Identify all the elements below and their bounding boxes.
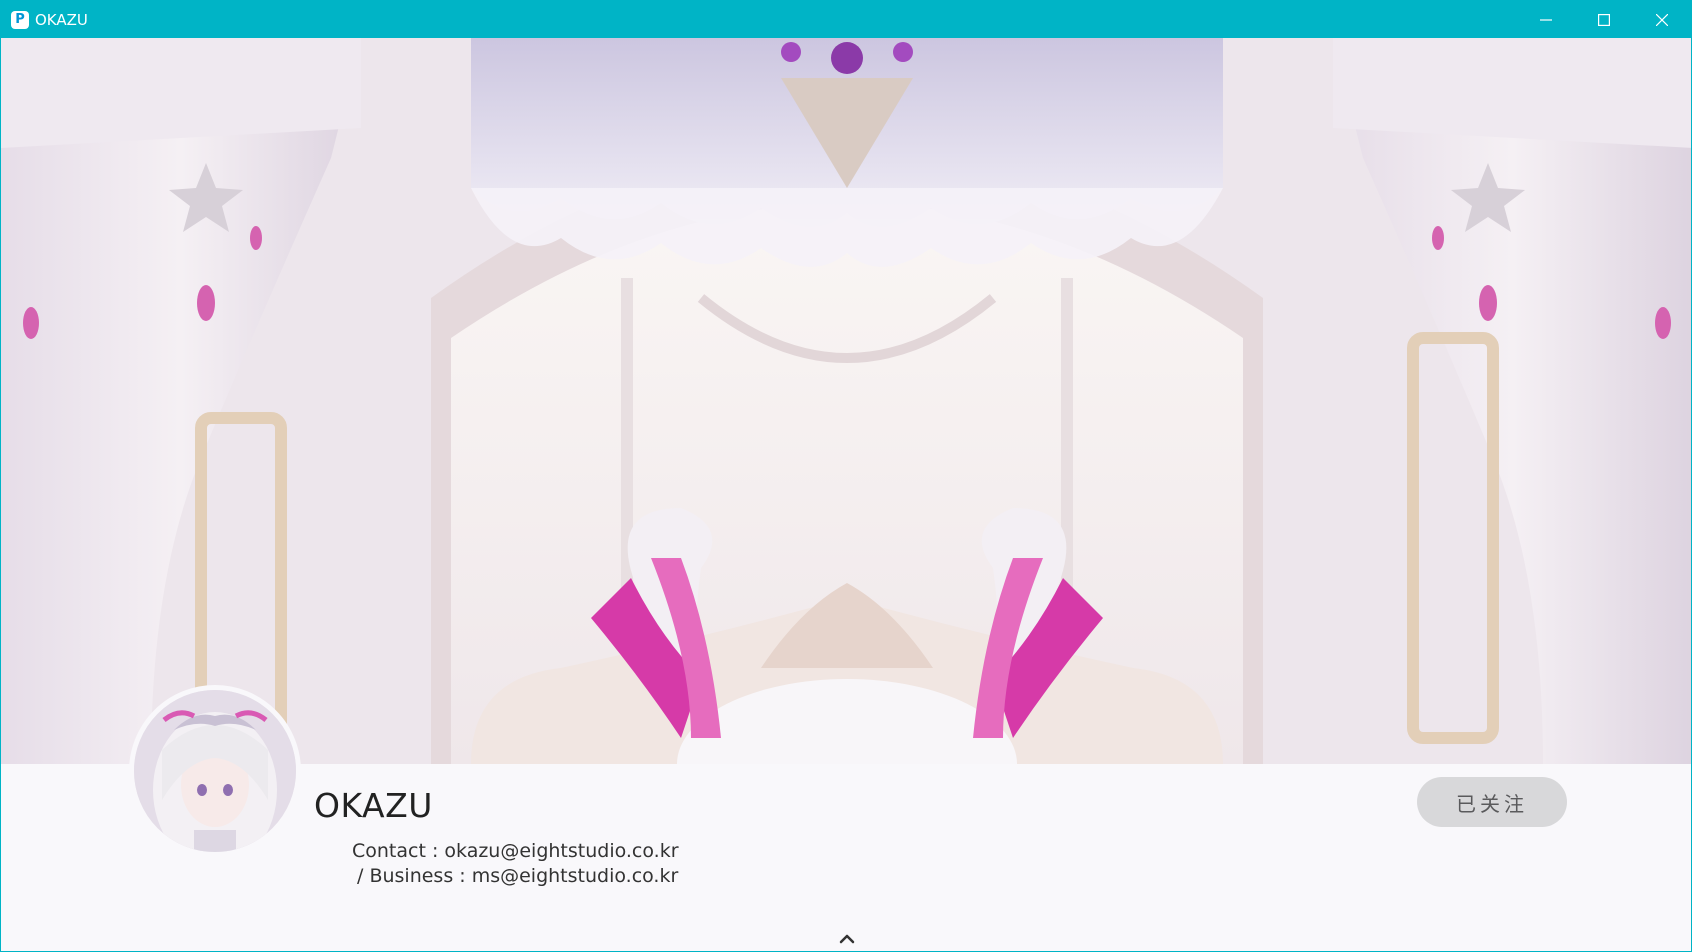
minimize-icon <box>1540 18 1552 21</box>
bio-contact-line: Contact : okazu@eightstudio.co.kr <box>352 840 679 862</box>
close-icon <box>1656 13 1668 26</box>
window-controls <box>1517 1 1691 38</box>
collapse-button[interactable] <box>835 930 859 948</box>
profile-bio: Contact : okazu@eightstudio.co.kr / Busi… <box>352 839 679 889</box>
window-title: OKAZU <box>35 10 88 29</box>
profile-name: OKAZU <box>314 786 433 825</box>
minimize-button[interactable] <box>1517 1 1575 38</box>
app-window: P OKAZU OKAZU Contact: okazu@eightstudi… <box>0 0 1692 952</box>
cover-artwork <box>1 38 1691 764</box>
avatar[interactable] <box>129 685 301 857</box>
bio-business-line: / Business : ms@eightstudio.co.kr <box>357 865 679 887</box>
chevron-up-icon <box>839 934 855 944</box>
cover-banner <box>1 38 1691 764</box>
avatar-image <box>134 690 296 852</box>
maximize-icon <box>1598 13 1610 26</box>
app-logo-letter: P <box>15 12 25 27</box>
close-button[interactable] <box>1633 1 1691 38</box>
app-logo-icon: P <box>11 10 29 29</box>
follow-button[interactable]: 已关注 <box>1417 777 1567 827</box>
title-bar[interactable]: P OKAZU <box>1 1 1691 38</box>
maximize-button[interactable] <box>1575 1 1633 38</box>
